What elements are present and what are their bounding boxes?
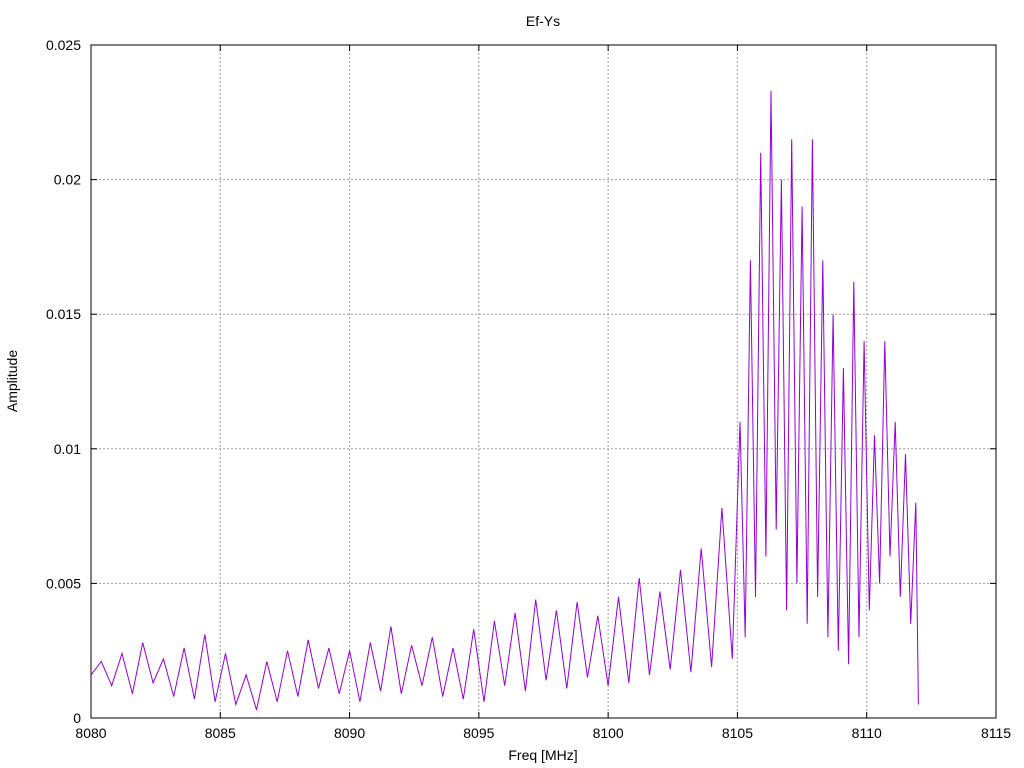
axis-ticks	[90, 44, 997, 719]
x-tick-label: 8110	[852, 725, 882, 741]
x-axis-title: Freq [MHz]	[508, 747, 577, 763]
y-axis-title: Amplitude	[4, 350, 20, 412]
series-line	[90, 90, 919, 711]
x-tick-label: 8090	[334, 725, 365, 741]
y-tick-label: 0.015	[46, 306, 81, 322]
x-tick-label: 8080	[75, 725, 106, 741]
y-tick-label: 0.01	[54, 441, 81, 457]
chart-title: Ef-Ys	[526, 13, 560, 29]
x-tick-label: 8100	[593, 725, 624, 741]
x-tick-label: 8085	[205, 725, 236, 741]
x-tick-label: 8095	[463, 725, 494, 741]
x-tick-label: 8115	[981, 725, 1011, 741]
y-tick-label: 0.02	[54, 172, 81, 188]
x-tick-label: 8105	[722, 725, 753, 741]
plot-frame	[90, 44, 997, 719]
series-layer	[90, 90, 919, 711]
grid-lines	[91, 45, 996, 718]
y-tick-label: 0	[73, 710, 81, 726]
y-tick-label: 0.025	[46, 37, 81, 53]
y-tick-label: 0.005	[46, 575, 81, 591]
chart: 8080 8085 8090 8095 8100 8105 8110 8115 0 0.005 0.…	[4, 13, 1011, 763]
